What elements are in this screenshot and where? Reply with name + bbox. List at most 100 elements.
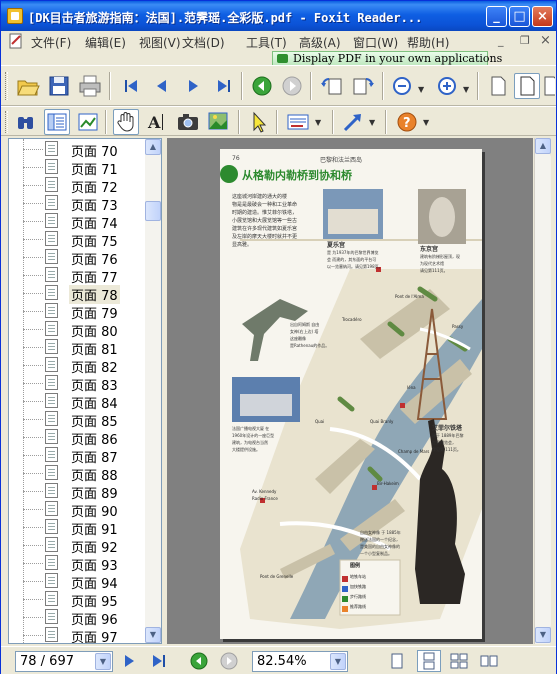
zoom-out-icon[interactable] — [390, 73, 416, 99]
menu-view[interactable]: 视图(V) — [139, 34, 181, 51]
sidebar-scrollbar[interactable]: ▲ ▼ — [145, 139, 161, 643]
rotate-right-icon[interactable] — [350, 73, 376, 99]
select-tool-icon[interactable] — [246, 109, 272, 135]
zoom-in-dropdown-icon[interactable]: ▼ — [463, 85, 469, 94]
scroll-down-icon[interactable]: ▼ — [535, 627, 551, 643]
mdi-restore-icon[interactable]: ❐ — [520, 34, 530, 47]
last-page-icon[interactable] — [211, 73, 237, 99]
fit-page-icon[interactable] — [514, 73, 540, 99]
thumbnail-icon[interactable] — [75, 109, 101, 135]
fit-width-icon[interactable] — [541, 73, 555, 99]
print-icon[interactable] — [77, 73, 103, 99]
arrow-tool-dropdown-icon[interactable]: ▼ — [369, 118, 375, 127]
sidebar-item-page[interactable]: 页面 95 — [9, 590, 149, 610]
sidebar-item-page[interactable]: 页面 97 — [9, 626, 149, 643]
sidebar-item-page[interactable]: 页面 94 — [9, 572, 149, 592]
menu-window[interactable]: 窗口(W) — [353, 34, 398, 51]
annotation-icon[interactable] — [285, 109, 311, 135]
document-scrollbar[interactable]: ▲ ▼ — [534, 138, 551, 644]
sidebar-item-page[interactable]: 页面 87 — [9, 446, 149, 466]
minimize-button[interactable]: _ — [486, 6, 507, 27]
snapshot-icon[interactable] — [175, 109, 201, 135]
sidebar-item-page[interactable]: 页面 81 — [9, 338, 149, 358]
sidebar-item-page[interactable]: 页面 72 — [9, 176, 149, 196]
facing-view-icon[interactable] — [449, 651, 469, 671]
close-button[interactable]: × — [532, 6, 553, 27]
sidebar-item-page[interactable]: 页面 78 — [9, 284, 149, 304]
single-page-icon[interactable] — [485, 73, 511, 99]
sidebar-item-page[interactable]: 页面 93 — [9, 554, 149, 574]
find-icon[interactable] — [13, 109, 39, 135]
sidebar-item-page[interactable]: 页面 89 — [9, 482, 149, 502]
previous-page-icon[interactable] — [149, 73, 175, 99]
image-select-icon[interactable] — [206, 109, 232, 135]
go-forward-icon[interactable] — [279, 73, 305, 99]
document-view[interactable]: 76 巴黎和法兰西岛 从格勒内勒桥到协和桥 这座城河岸建的通大的楼 物是是最破会… — [167, 138, 533, 644]
continuous-facing-view-icon[interactable] — [479, 651, 499, 671]
single-page-view-icon[interactable] — [387, 651, 407, 671]
sidebar-item-page[interactable]: 页面 80 — [9, 320, 149, 340]
title-bar[interactable]: [DK目击者旅游指南：法国].范霁瑶.全彩版.pdf - Foxit Reade… — [1, 1, 556, 31]
sidebar-item-page[interactable]: 页面 75 — [9, 230, 149, 250]
sidebar-item-page[interactable]: 页面 73 — [9, 194, 149, 214]
hand-tool-icon[interactable] — [113, 109, 139, 135]
go-back-icon[interactable] — [249, 73, 275, 99]
ad-banner[interactable]: Display PDF in your own applications — [272, 51, 502, 66]
menu-edit[interactable]: 编辑(E) — [85, 34, 126, 51]
text-select-icon[interactable]: A — [144, 109, 170, 135]
sidebar-item-page[interactable]: 页面 92 — [9, 536, 149, 556]
status-last-page-icon[interactable] — [149, 651, 169, 671]
mdi-close-icon[interactable]: × — [540, 33, 551, 48]
sidebar-item-page[interactable]: 页面 77 — [9, 266, 149, 286]
menu-document[interactable]: 文档(D) — [182, 34, 225, 51]
annotation-dropdown-icon[interactable]: ▼ — [315, 118, 321, 127]
toolbar-grip[interactable] — [5, 72, 8, 100]
sidebar-item-page[interactable]: 页面 70 — [9, 140, 149, 160]
first-page-icon[interactable] — [118, 73, 144, 99]
menu-tools[interactable]: 工具(T) — [246, 34, 287, 51]
sidebar-item-page[interactable]: 页面 76 — [9, 248, 149, 268]
document-menu-icon[interactable] — [8, 33, 24, 49]
maximize-button[interactable]: □ — [509, 6, 530, 27]
bookmark-panel-icon[interactable] — [44, 109, 70, 135]
rotate-left-icon[interactable] — [319, 73, 345, 99]
page-dropdown-icon[interactable]: ▼ — [95, 653, 111, 670]
zoom-in-icon[interactable] — [435, 73, 461, 99]
status-next-page-icon[interactable] — [119, 651, 139, 671]
continuous-view-icon[interactable] — [417, 650, 441, 672]
sidebar-item-page[interactable]: 页面 90 — [9, 500, 149, 520]
menu-help[interactable]: 帮助(H) — [407, 34, 449, 51]
next-page-icon[interactable] — [180, 73, 206, 99]
scroll-up-icon[interactable]: ▲ — [145, 139, 161, 155]
sidebar-scroll-thumb[interactable] — [145, 201, 161, 221]
sidebar-item-page[interactable]: 页面 84 — [9, 392, 149, 412]
sidebar-item-page[interactable]: 页面 83 — [9, 374, 149, 394]
sidebar-item-page[interactable]: 页面 71 — [9, 158, 149, 178]
sidebar-item-page[interactable]: 页面 85 — [9, 410, 149, 430]
zoom-dropdown-icon[interactable]: ▼ — [330, 653, 346, 670]
open-icon[interactable] — [15, 73, 41, 99]
mdi-minimize-icon[interactable]: _ — [498, 34, 504, 47]
menu-advanced[interactable]: 高级(A) — [299, 34, 341, 51]
scroll-down-icon[interactable]: ▼ — [145, 627, 161, 643]
sidebar-item-page[interactable]: 页面 91 — [9, 518, 149, 538]
menu-file[interactable]: 文件(F) — [31, 34, 71, 51]
save-icon[interactable] — [46, 73, 72, 99]
help-dropdown-icon[interactable]: ▼ — [423, 118, 429, 127]
sidebar-item-page[interactable]: 页面 82 — [9, 356, 149, 376]
toolbar-grip[interactable] — [5, 111, 8, 133]
sidebar-item-page[interactable]: 页面 88 — [9, 464, 149, 484]
sidebar-item-page[interactable]: 页面 79 — [9, 302, 149, 322]
document-scroll-track[interactable] — [535, 155, 551, 627]
zoom-field[interactable]: 82.54% ▼ — [252, 651, 348, 672]
help-icon[interactable]: ? — [394, 109, 420, 135]
sidebar-item-page[interactable]: 页面 96 — [9, 608, 149, 628]
arrow-tool-icon[interactable] — [340, 109, 366, 135]
page-number-field[interactable]: 78 / 697 ▼ — [15, 651, 113, 672]
sidebar-item-page[interactable]: 页面 74 — [9, 212, 149, 232]
status-go-back-icon[interactable] — [189, 651, 209, 671]
sidebar-item-page[interactable]: 页面 86 — [9, 428, 149, 448]
scroll-up-icon[interactable]: ▲ — [535, 138, 551, 154]
status-go-forward-icon[interactable] — [219, 651, 239, 671]
zoom-out-dropdown-icon[interactable]: ▼ — [418, 85, 424, 94]
